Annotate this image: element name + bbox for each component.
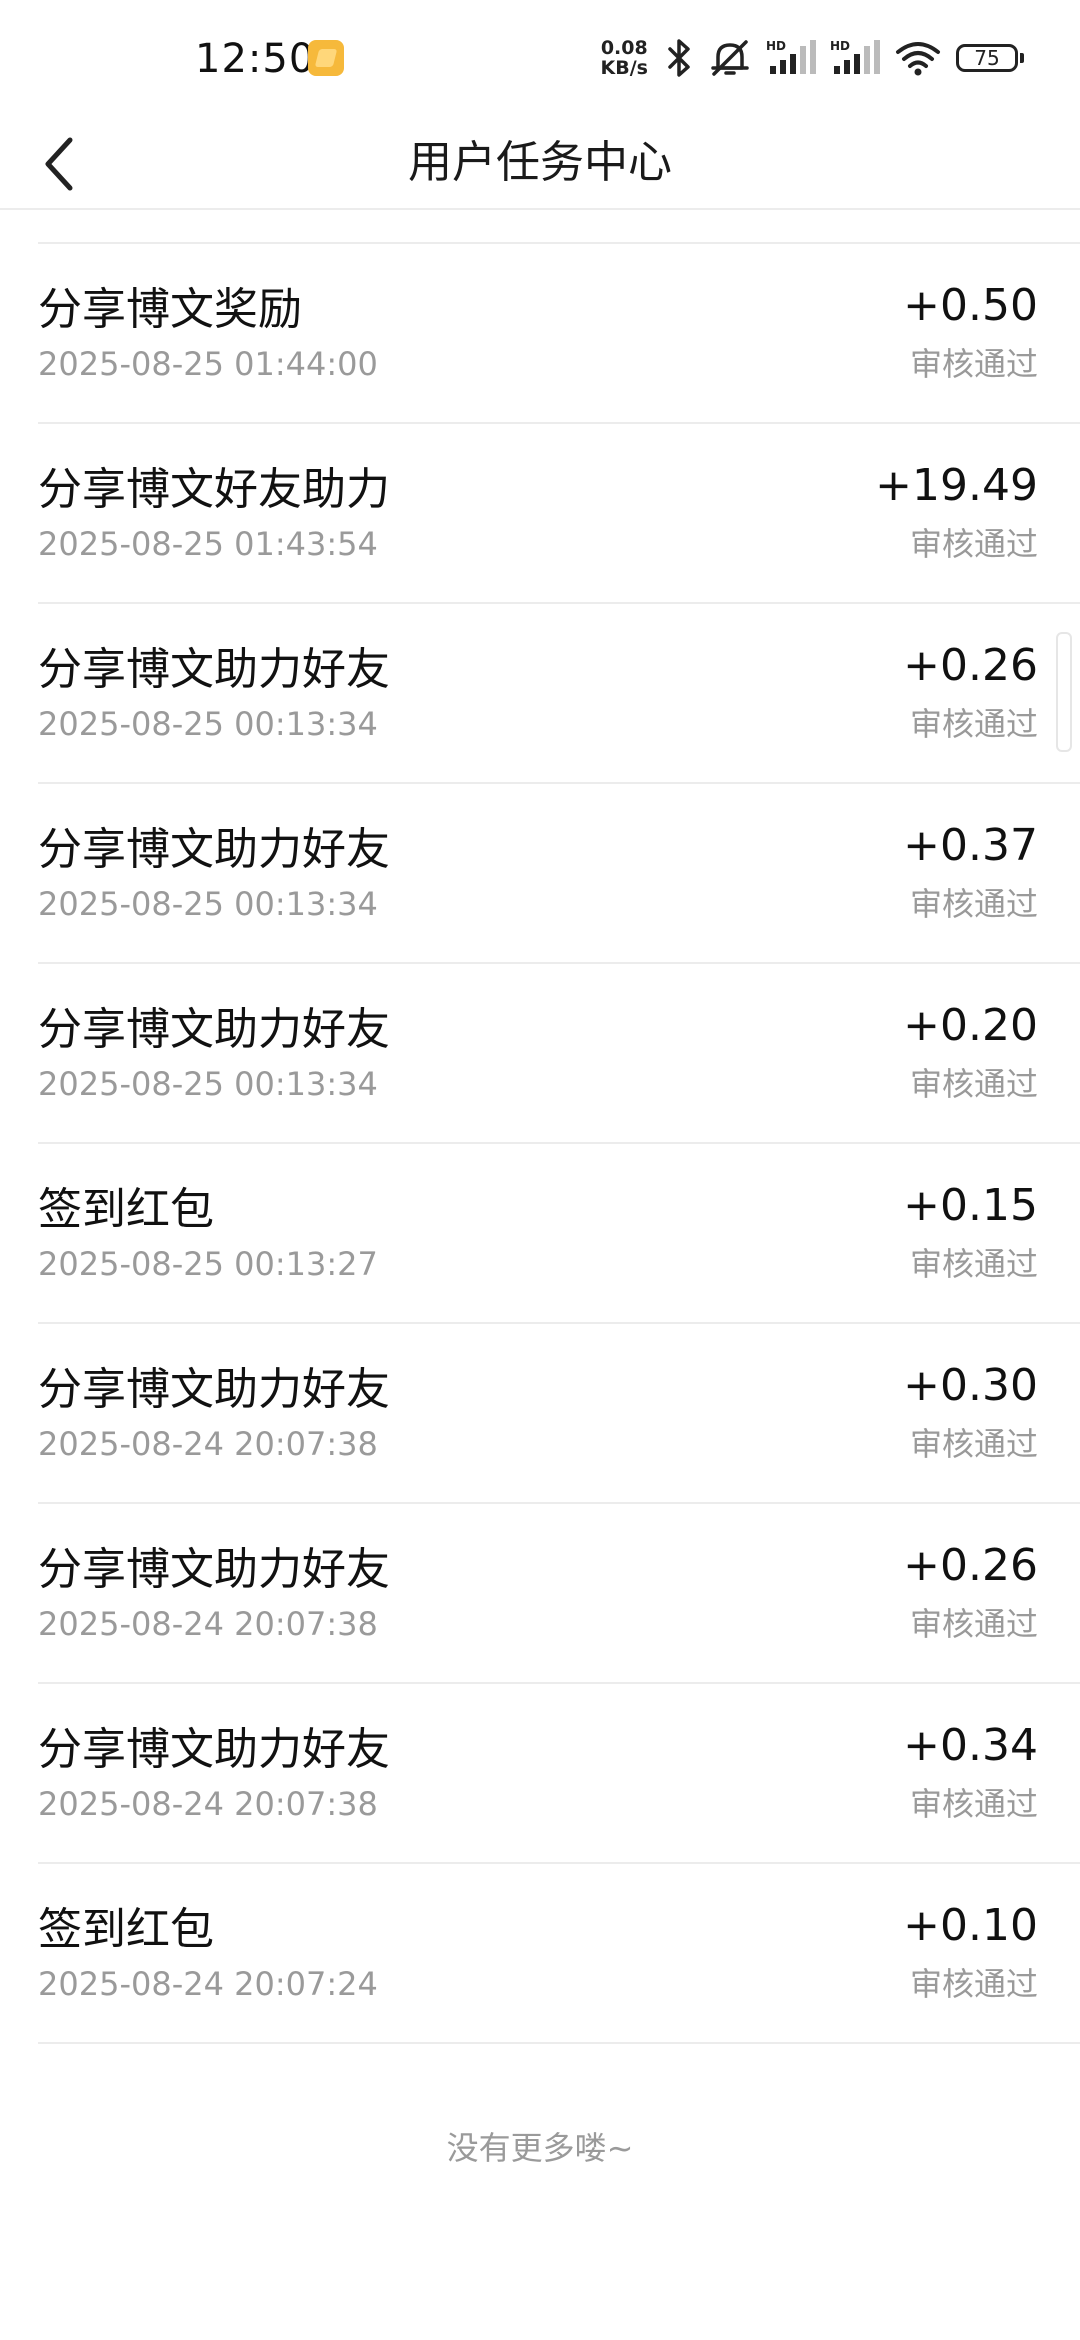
record-time: 2025-08-25 00:13:27 [38, 1245, 378, 1283]
record-amount: +0.26 [903, 640, 1038, 691]
battery-icon: 75 [956, 44, 1024, 72]
record-title: 分享博文助力好友 [38, 1364, 390, 1415]
list-item[interactable]: 分享博文奖励 2025-08-25 01:44:00 +0.50 审核通过 [38, 244, 1080, 424]
mute-icon [711, 40, 749, 76]
record-time: 2025-08-24 20:07:38 [38, 1425, 378, 1463]
page-title: 用户任务中心 [408, 137, 672, 188]
record-time: 2025-08-25 00:13:34 [38, 705, 378, 743]
record-amount: +0.30 [903, 1360, 1038, 1411]
record-status: 审核通过 [909, 1065, 1038, 1103]
record-amount: +0.37 [903, 820, 1038, 871]
record-time: 2025-08-24 20:07:38 [38, 1605, 378, 1643]
signal-icon: HD [766, 39, 816, 74]
record-title: 签到红包 [38, 1904, 214, 1955]
list-item[interactable]: 签到红包 2025-08-25 00:13:27 +0.15 审核通过 [38, 1144, 1080, 1324]
list-item[interactable]: 分享博文助力好友 2025-08-25 00:13:34 +0.20 审核通过 [38, 964, 1080, 1144]
network-speed: 0.08 KB/s [601, 38, 648, 78]
record-time: 2025-08-25 00:13:34 [38, 1065, 378, 1103]
record-status: 审核通过 [909, 1245, 1038, 1283]
record-title: 分享博文好友助力 [38, 464, 390, 515]
record-time: 2025-08-24 20:07:24 [38, 1965, 378, 2003]
record-time: 2025-08-25 01:43:54 [38, 525, 378, 563]
list-item[interactable]: 分享博文助力好友 2025-08-25 00:13:34 +0.26 审核通过 [38, 604, 1080, 784]
record-time: 2025-08-25 01:44:00 [38, 345, 378, 383]
list-item[interactable]: 分享博文助力好友 2025-08-24 20:07:38 +0.26 审核通过 [38, 1504, 1080, 1684]
record-amount: +0.15 [903, 1180, 1038, 1231]
list-item[interactable]: 分享博文助力好友 2025-08-25 00:13:34 +0.37 审核通过 [38, 784, 1080, 964]
record-status: 审核通过 [909, 885, 1038, 923]
record-amount: +0.10 [903, 1900, 1038, 1951]
signal-hd-label: HD [830, 39, 850, 53]
signal-hd-label: HD [766, 39, 786, 53]
bluetooth-icon [668, 39, 690, 77]
end-of-list-message: 没有更多喽~ [446, 2129, 634, 2167]
task-record-list[interactable]: 分享博文奖励 2025-08-25 01:44:00 +0.50 审核通过 分享… [38, 242, 1080, 2044]
record-title: 分享博文助力好友 [38, 824, 390, 875]
header: 用户任务中心 [0, 118, 1080, 210]
record-title: 分享博文助力好友 [38, 1724, 390, 1775]
record-status: 审核通过 [909, 1425, 1038, 1463]
record-status: 审核通过 [909, 1785, 1038, 1823]
list-item[interactable]: 分享博文助力好友 2025-08-24 20:07:38 +0.30 审核通过 [38, 1324, 1080, 1504]
scrollbar[interactable] [1056, 632, 1072, 752]
battery-level: 75 [974, 46, 1000, 70]
record-amount: +0.50 [903, 280, 1038, 331]
record-time: 2025-08-25 00:13:34 [38, 885, 378, 923]
record-status: 审核通过 [909, 345, 1038, 383]
record-title: 分享博文助力好友 [38, 644, 390, 695]
list-item[interactable]: 签到红包 2025-08-24 20:07:24 +0.10 审核通过 [38, 1864, 1080, 2044]
notification-app-icon [308, 40, 344, 76]
network-speed-value: 0.08 [600, 37, 648, 59]
record-amount: +0.26 [903, 1540, 1038, 1591]
record-title: 分享博文助力好友 [38, 1544, 390, 1595]
record-status: 审核通过 [909, 1965, 1038, 2003]
record-status: 审核通过 [909, 1605, 1038, 1643]
status-bar: 12:50 0.08 KB/s HD HD 75 [0, 0, 1080, 118]
record-amount: +0.34 [903, 1720, 1038, 1771]
wifi-icon [896, 42, 940, 76]
record-title: 分享博文奖励 [38, 284, 302, 335]
status-icons: 0.08 KB/s HD HD 75 [601, 30, 1024, 86]
record-time: 2025-08-24 20:07:38 [38, 1785, 378, 1823]
record-amount: +19.49 [875, 460, 1038, 511]
status-time: 12:50 [195, 36, 316, 82]
list-item[interactable]: 分享博文助力好友 2025-08-24 20:07:38 +0.34 审核通过 [38, 1684, 1080, 1864]
record-amount: +0.20 [903, 1000, 1038, 1051]
network-speed-unit: KB/s [600, 57, 648, 79]
record-status: 审核通过 [909, 525, 1038, 563]
record-status: 审核通过 [909, 705, 1038, 743]
signal-icon: HD [830, 39, 880, 74]
list-item[interactable]: 分享博文好友助力 2025-08-25 01:43:54 +19.49 审核通过 [38, 424, 1080, 604]
record-title: 分享博文助力好友 [38, 1004, 390, 1055]
record-title: 签到红包 [38, 1184, 214, 1235]
